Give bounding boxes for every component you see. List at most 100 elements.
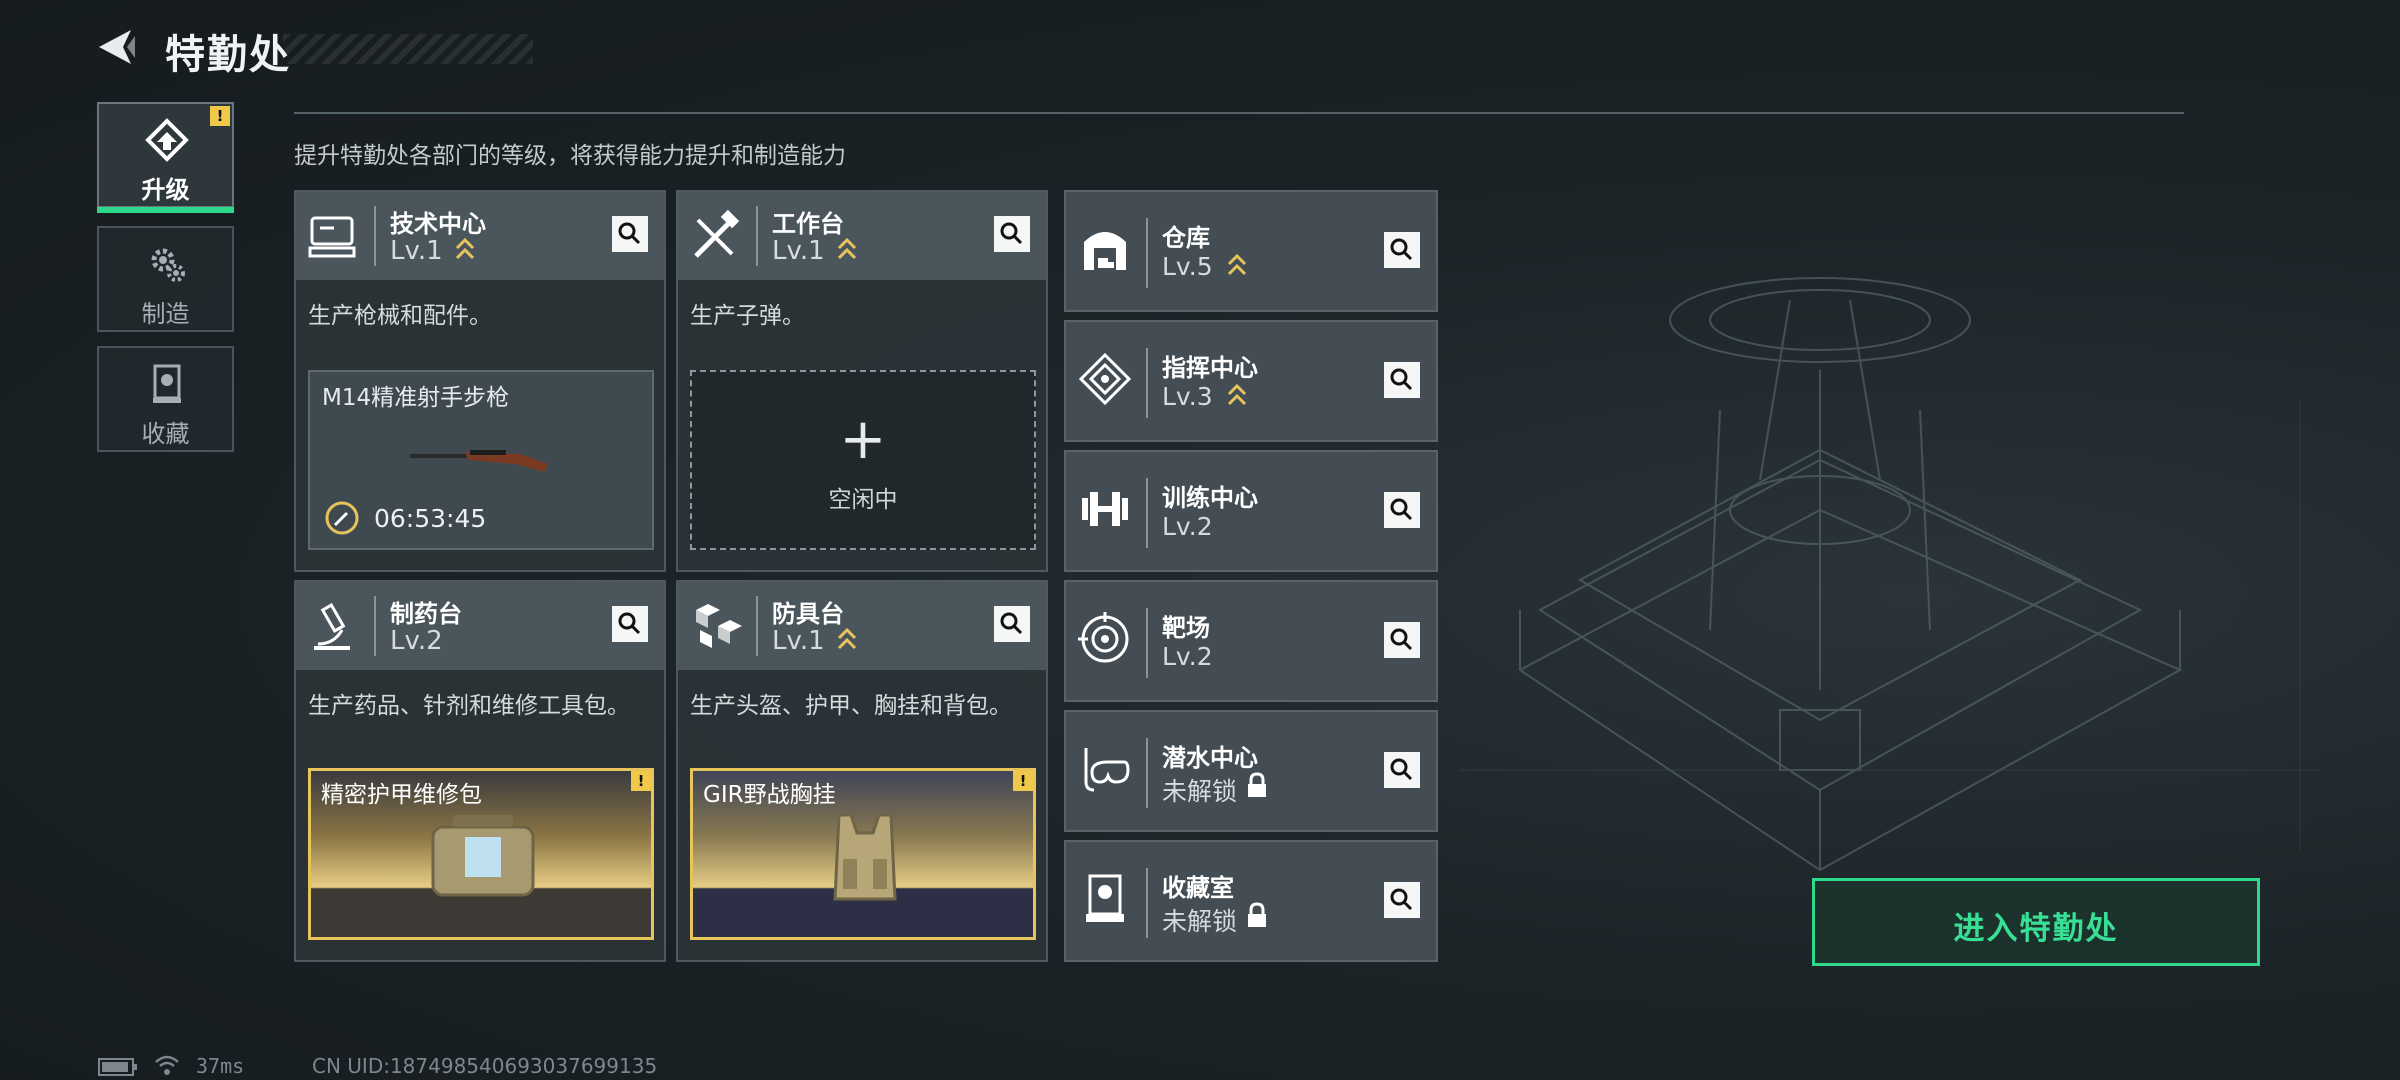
upgrade-icon (145, 118, 189, 162)
header-separator (374, 206, 376, 266)
timer-wrench-icon (325, 501, 359, 535)
header-separator (1146, 218, 1148, 288)
search-icon[interactable] (1384, 882, 1420, 918)
trophy-case-icon (1086, 874, 1124, 922)
enter-button-label: 进入特勤处 (1953, 911, 2119, 947)
facility-level: Lv.2 (1162, 512, 1213, 541)
facility-name: 训练中心 (1162, 484, 1258, 512)
upgrade-chevron-icon (455, 237, 475, 260)
facility-card-armor-bench[interactable]: 防具台 Lv.1 生产头盔、护甲、胸挂和背包。 GIR野战胸挂 ! (676, 580, 1048, 962)
command-icon (1078, 352, 1132, 406)
empty-production-slot[interactable]: + 空闲中 (690, 370, 1036, 550)
rifle-image (410, 450, 548, 472)
facility-name: 指挥中心 (1162, 354, 1258, 382)
production-slot[interactable]: M14精准射手步枪 06:53:45 (308, 370, 654, 550)
microscope-icon (314, 603, 350, 650)
gears-icon (151, 248, 185, 282)
facility-level: Lv.2 (1162, 642, 1213, 671)
upgrade-chevron-icon (1227, 383, 1247, 406)
top-divider (294, 112, 2184, 114)
header-separator (756, 596, 758, 656)
warning-badge: ! (1013, 771, 1033, 791)
facility-name: 仓库 (1162, 224, 1210, 252)
facility-card-warehouse[interactable]: 仓库 Lv.5 (1064, 190, 1438, 312)
search-icon[interactable] (1384, 492, 1420, 528)
facility-name: 工作台 (772, 210, 844, 238)
facility-name: 收藏室 (1162, 874, 1234, 902)
craftable-item-slot[interactable]: GIR野战胸挂 ! (690, 768, 1036, 940)
enter-button[interactable]: 进入特勤处 (1812, 878, 2260, 966)
tools-icon (694, 210, 740, 258)
upgrade-chevron-icon (837, 237, 857, 260)
header-separator (1146, 348, 1148, 418)
craftable-item-slot[interactable]: 精密护甲维修包 ! (308, 768, 654, 940)
production-timer: 06:53:45 (374, 504, 487, 533)
dumbbell-icon (1082, 492, 1128, 526)
facility-description: 生产枪械和配件。 (308, 303, 492, 329)
computer-icon (308, 216, 356, 258)
base-blueprint-art (1460, 277, 2320, 872)
add-icon: + (839, 407, 887, 472)
facility-level: Lv.1 (772, 626, 825, 656)
search-icon[interactable] (612, 606, 648, 642)
search-icon[interactable] (1384, 752, 1420, 788)
warehouse-icon (1084, 232, 1126, 270)
facility-level: Lv.3 (1162, 382, 1213, 411)
facility-name: 技术中心 (390, 210, 486, 238)
facility-name: 制药台 (390, 600, 462, 628)
facility-card-diving-center[interactable]: 潜水中心 未解锁 (1064, 710, 1438, 832)
facility-card-command-center[interactable]: 指挥中心 Lv.3 (1064, 320, 1438, 442)
facility-name: 潜水中心 (1162, 744, 1258, 772)
warning-badge: ! (210, 106, 230, 126)
ping-readout: 37ms (196, 1054, 245, 1078)
facility-card-shooting-range[interactable]: 靶场 Lv.2 (1064, 580, 1438, 702)
back-arrow-icon[interactable] (95, 26, 137, 68)
upgrade-chevron-icon (837, 627, 857, 650)
search-icon[interactable] (994, 606, 1030, 642)
header-separator (1146, 738, 1148, 808)
facility-card-pharmacy[interactable]: 制药台 Lv.2 生产药品、针剂和维修工具包。 精密护甲维修包 ! (294, 580, 666, 962)
facility-description: 生产子弹。 (690, 303, 805, 329)
item-name: 精密护甲维修包 (321, 782, 482, 808)
facility-card-collection-room[interactable]: 收藏室 未解锁 (1064, 840, 1438, 962)
facility-level: Lv.2 (390, 626, 443, 656)
facility-level: Lv.1 (772, 236, 825, 266)
nav-tab-collection[interactable]: 收藏 (97, 346, 234, 452)
facility-description: 生产头盔、护甲、胸挂和背包。 (690, 693, 1012, 719)
header-separator (1146, 608, 1148, 678)
nav-tab-craft[interactable]: 制造 (97, 226, 234, 332)
facility-level: Lv.5 (1162, 252, 1213, 281)
facility-card-training-center[interactable]: 训练中心 Lv.2 (1064, 450, 1438, 572)
search-icon[interactable] (1384, 362, 1420, 398)
nav-label: 升级 (141, 176, 190, 204)
header-separator (1146, 868, 1148, 938)
facility-name: 靶场 (1162, 614, 1210, 642)
cubes-icon (696, 604, 742, 648)
title-decoration (283, 34, 533, 64)
item-name: GIR野战胸挂 (703, 782, 836, 808)
header-separator (1146, 478, 1148, 548)
battery-icon (98, 1058, 137, 1076)
search-icon[interactable] (1384, 232, 1420, 268)
search-icon[interactable] (1384, 622, 1420, 658)
facility-card-workbench[interactable]: 工作台 Lv.1 生产子弹。 + 空闲中 (676, 190, 1048, 572)
lock-icon (1248, 772, 1266, 797)
collection-icon (153, 364, 181, 403)
page-title: 特勤处 (165, 32, 291, 78)
page-subtitle: 提升特勤处各部门的等级，将获得能力提升和制造能力 (294, 143, 846, 169)
facility-description: 生产药品、针剂和维修工具包。 (308, 693, 630, 719)
wifi-icon (155, 1055, 179, 1075)
diving-mask-icon (1084, 748, 1130, 792)
search-icon[interactable] (994, 216, 1030, 252)
facility-card-tech-center[interactable]: 技术中心 Lv.1 生产枪械和配件。 M14精准射手步枪 06:53:45 (294, 190, 666, 572)
header-separator (756, 206, 758, 266)
chest-rig-image (833, 813, 897, 901)
header-separator (374, 596, 376, 656)
user-uid: CN UID:1874985406930376​99135 (312, 1054, 658, 1078)
warning-badge: ! (631, 771, 651, 791)
search-icon[interactable] (612, 216, 648, 252)
facility-level: Lv.1 (390, 236, 443, 266)
header: 特勤处 (95, 18, 535, 78)
nav-tab-upgrade[interactable]: 升级 ! (97, 102, 234, 213)
lock-icon (1248, 902, 1266, 927)
